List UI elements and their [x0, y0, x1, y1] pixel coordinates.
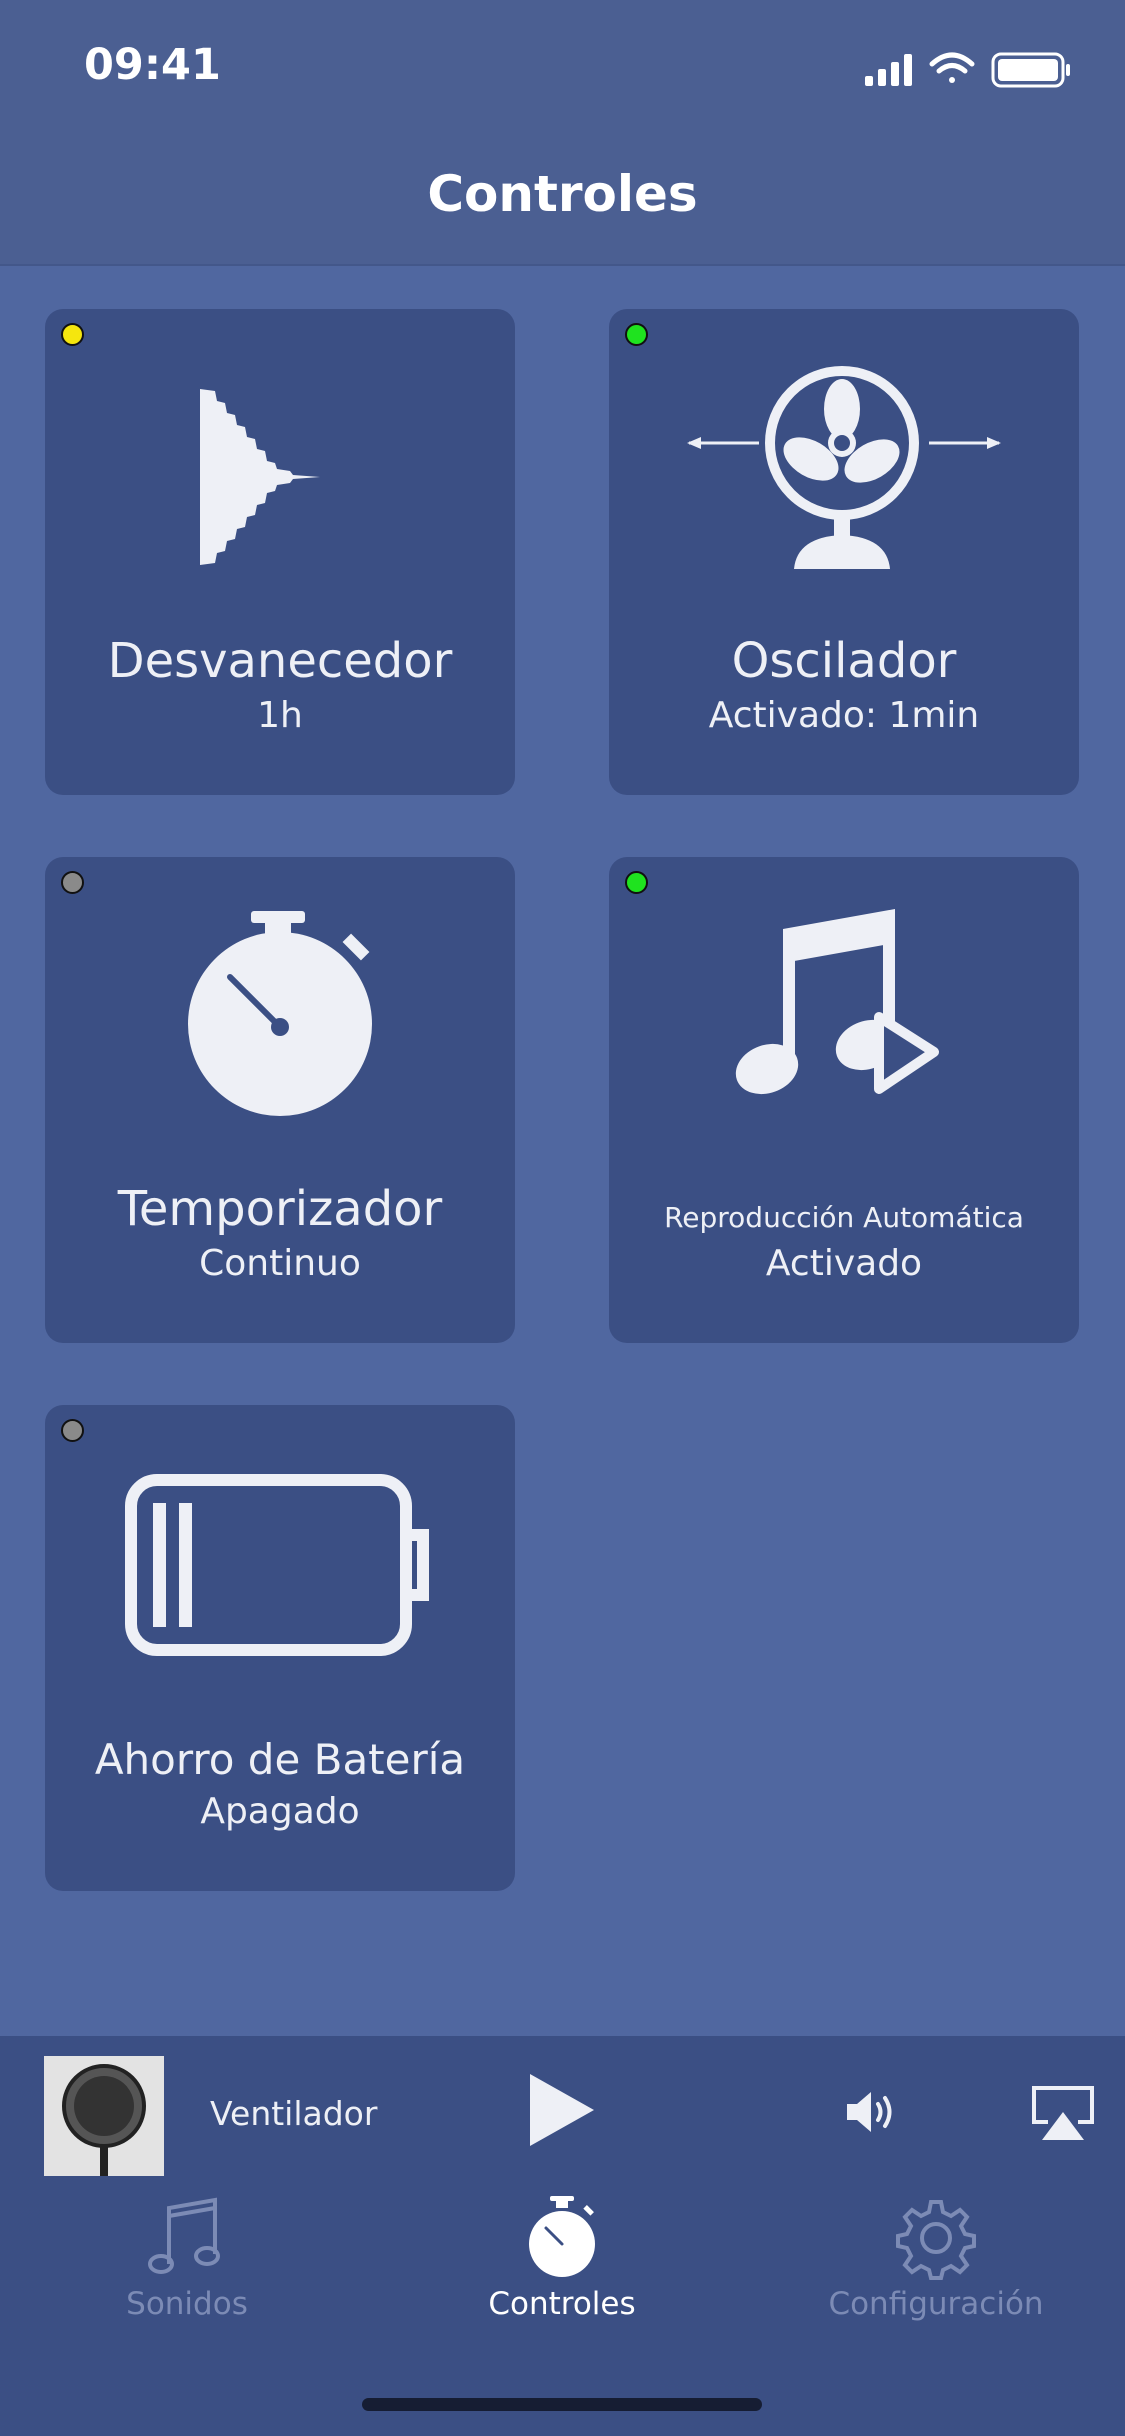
tab-controles[interactable]: Controles	[412, 2194, 712, 2394]
header: 09:41 Controles	[0, 0, 1125, 266]
play-button[interactable]	[528, 2072, 596, 2148]
tab-sonidos[interactable]: Sonidos	[37, 2194, 337, 2394]
tab-configuracion[interactable]: Configuración	[786, 2194, 1086, 2394]
tab-label: Controles	[488, 2286, 636, 2322]
page-title: Controles	[427, 165, 698, 223]
airplay-icon[interactable]	[1030, 2084, 1096, 2142]
fade-waveform-icon	[200, 389, 320, 565]
tile-subtitle: Activado	[765, 1243, 923, 1284]
battery-icon	[125, 1474, 429, 1656]
home-indicator	[362, 2398, 762, 2411]
status-time: 09:41	[84, 40, 221, 90]
tile-subtitle: 1h	[257, 695, 303, 736]
tab-label: Sonidos	[126, 2286, 248, 2322]
music-note-icon	[148, 2197, 220, 2274]
track-title: Ventilador	[210, 2094, 378, 2133]
now-playing-bar: Ventilador Sonidos Controles Configuraci…	[0, 2036, 1125, 2436]
tile-reproduccion-automatica[interactable]: Reproducción Automática Activado	[609, 857, 1079, 1343]
tile-title: Temporizador	[117, 1181, 443, 1237]
fan-artwork-icon	[44, 2056, 164, 2176]
tab-label: Configuración	[828, 2286, 1044, 2322]
tile-title: Desvanecedor	[107, 633, 453, 689]
tile-title: Ahorro de Batería	[94, 1735, 466, 1784]
track-artwork[interactable]	[44, 2056, 164, 2176]
tile-title: Oscilador	[731, 633, 957, 689]
wifi-icon	[929, 52, 975, 83]
tile-subtitle: Activado: 1min	[708, 695, 980, 736]
tile-temporizador[interactable]: Temporizador Continuo	[45, 857, 515, 1343]
status-icons	[865, 52, 1070, 88]
volume-icon[interactable]	[845, 2088, 899, 2136]
stopwatch-icon	[188, 911, 372, 1116]
stopwatch-icon	[529, 2196, 595, 2277]
battery-status-icon	[991, 52, 1070, 88]
signal-icon	[865, 54, 912, 86]
tile-title: Reproducción Automática	[664, 1201, 1024, 1234]
tile-oscilador[interactable]: Oscilador Activado: 1min	[609, 309, 1079, 795]
tile-subtitle: Apagado	[200, 1791, 360, 1832]
tile-ahorro-de-bateria[interactable]: Ahorro de Batería Apagado	[45, 1405, 515, 1891]
gear-icon	[896, 2200, 976, 2280]
fan-oscillate-icon	[687, 366, 1001, 569]
music-play-icon	[735, 909, 939, 1095]
tile-desvanecedor[interactable]: Desvanecedor 1h	[45, 309, 515, 795]
tile-subtitle: Continuo	[199, 1243, 361, 1284]
